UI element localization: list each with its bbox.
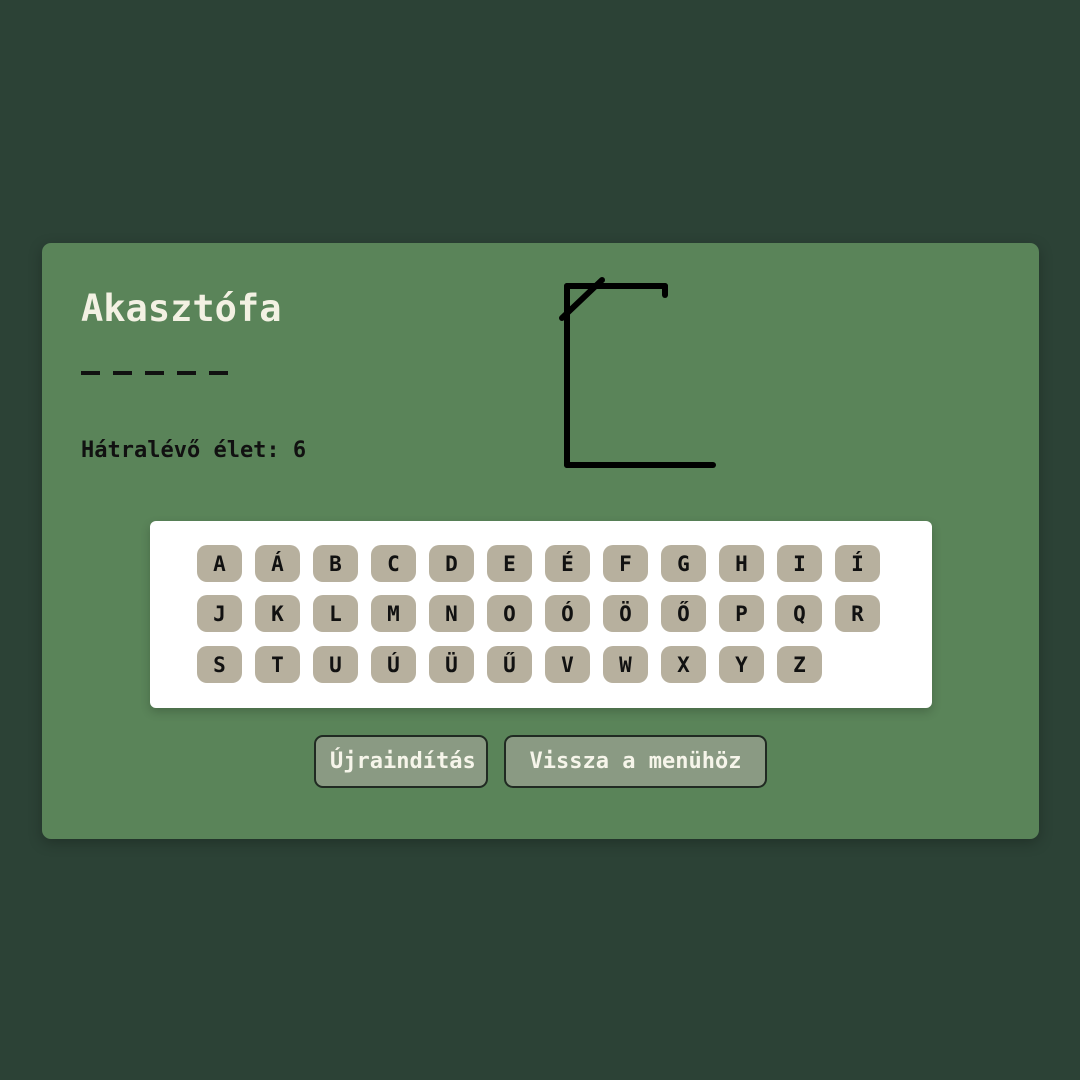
keyboard-row: AÁBCDEÉFGHIÍ (197, 545, 880, 582)
letter-key[interactable]: Y (719, 646, 764, 683)
letter-key[interactable]: A (197, 545, 242, 582)
letter-key[interactable]: B (313, 545, 358, 582)
lives-remaining: Hátralévő élet: 6 (81, 438, 307, 463)
letter-key[interactable]: S (197, 646, 242, 683)
letter-key[interactable]: R (835, 595, 880, 632)
letter-key[interactable]: V (545, 646, 590, 683)
letter-key[interactable]: Ű (487, 646, 532, 683)
letter-key[interactable]: Ü (429, 646, 474, 683)
letter-key[interactable]: M (371, 595, 416, 632)
letter-key[interactable]: F (603, 545, 648, 582)
letter-key[interactable]: T (255, 646, 300, 683)
letter-key[interactable]: C (371, 545, 416, 582)
letter-key[interactable]: Ó (545, 595, 590, 632)
letter-key[interactable]: Q (777, 595, 822, 632)
letter-key[interactable]: Ö (603, 595, 648, 632)
word-letter-slot (209, 371, 228, 375)
keyboard-row: JKLMNOÓÖŐPQR (197, 595, 880, 632)
letter-key[interactable]: X (661, 646, 706, 683)
letter-key[interactable]: O (487, 595, 532, 632)
action-buttons: Újraindítás Vissza a menühöz (314, 735, 767, 788)
restart-button[interactable]: Újraindítás (314, 735, 488, 788)
back-to-menu-button[interactable]: Vissza a menühöz (504, 735, 767, 788)
letter-key[interactable]: Ú (371, 646, 416, 683)
letter-key[interactable]: K (255, 595, 300, 632)
gallows-drawing (559, 277, 716, 468)
letter-key[interactable]: L (313, 595, 358, 632)
word-letter-slot (81, 371, 100, 375)
keyboard-row: STUÚÜŰVWXYZ (197, 646, 822, 683)
word-letter-slot (177, 371, 196, 375)
word-display (81, 371, 228, 375)
word-letter-slot (113, 371, 132, 375)
letter-key[interactable]: Á (255, 545, 300, 582)
letter-key[interactable]: W (603, 646, 648, 683)
word-letter-slot (145, 371, 164, 375)
game-title: Akasztófa (81, 287, 282, 330)
letter-key[interactable]: H (719, 545, 764, 582)
game-card: Akasztófa Hátralévő élet: 6 AÁBCDEÉFGHIÍ… (42, 243, 1039, 839)
letter-key[interactable]: N (429, 595, 474, 632)
letter-key[interactable]: U (313, 646, 358, 683)
letter-key[interactable]: Z (777, 646, 822, 683)
letter-key[interactable]: E (487, 545, 532, 582)
letter-key[interactable]: J (197, 595, 242, 632)
letter-keyboard: AÁBCDEÉFGHIÍ JKLMNOÓÖŐPQR STUÚÜŰVWXYZ (150, 521, 932, 708)
letter-key[interactable]: É (545, 545, 590, 582)
letter-key[interactable]: Í (835, 545, 880, 582)
letter-key[interactable]: P (719, 595, 764, 632)
letter-key[interactable]: D (429, 545, 474, 582)
letter-key[interactable]: I (777, 545, 822, 582)
letter-key[interactable]: Ő (661, 595, 706, 632)
letter-key[interactable]: G (661, 545, 706, 582)
